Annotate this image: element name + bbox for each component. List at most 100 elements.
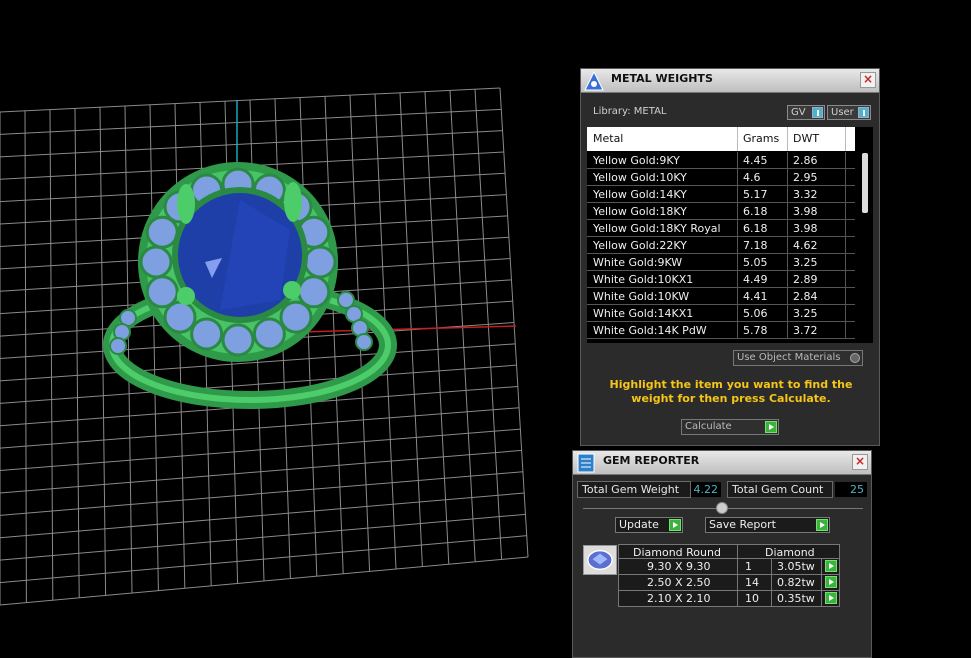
gem-rows: 9.30 X 9.30 1 3.05tw 2.50 X 2.50 14 0.82tw 2.1… xyxy=(618,559,840,607)
gem-reporter-panel: GEM REPORTER × Total Gem Weight 4.22 Tot… xyxy=(572,450,872,658)
calculate-button[interactable]: Calculate xyxy=(681,419,779,435)
gem-size: 9.30 X 9.30 xyxy=(647,560,711,573)
dwt-value: 2.89 xyxy=(793,273,818,286)
metal-name: Yellow Gold:10KY xyxy=(593,171,687,184)
play-arrow-icon[interactable] xyxy=(825,592,837,604)
shoulder-gem xyxy=(355,333,373,351)
dwt-value: 3.25 xyxy=(793,307,818,320)
prong-1 xyxy=(177,184,195,224)
update-label: Update xyxy=(619,518,659,531)
use-object-materials-dropdown[interactable]: Use Object Materials xyxy=(733,350,863,366)
grams-value: 5.06 xyxy=(743,307,768,320)
table-header: Metal Grams DWT xyxy=(587,127,855,151)
toggle-icon xyxy=(858,107,869,118)
metal-weights-panel: METAL WEIGHTS × Library: METAL GV User M… xyxy=(580,68,880,446)
user-toggle[interactable]: User xyxy=(827,105,871,120)
halo-gem xyxy=(190,317,224,351)
gem-weight: 3.05tw xyxy=(777,560,815,573)
dwt-value: 3.98 xyxy=(793,205,818,218)
table-row[interactable]: Yellow Gold:22KY 7.18 4.62 xyxy=(587,237,855,254)
gem-count: 1 xyxy=(745,560,752,573)
grams-value: 5.78 xyxy=(743,324,768,337)
update-button[interactable]: Update xyxy=(615,517,683,533)
grams-value: 4.45 xyxy=(743,154,768,167)
metal-name: White Gold:14K PdW xyxy=(593,324,707,337)
gem-size: 2.10 X 2.10 xyxy=(647,592,711,605)
metal-name: White Gold:9KW xyxy=(593,256,683,269)
save-report-button[interactable]: Save Report xyxy=(705,517,830,533)
gem-report-table[interactable]: Diamond Round Diamond 9.30 X 9.30 1 3.05tw… xyxy=(618,544,840,607)
grams-value: 5.17 xyxy=(743,188,768,201)
table-row[interactable]: Yellow Gold:14KY 5.17 3.32 xyxy=(587,186,855,203)
total-gem-count-value: 25 xyxy=(835,482,867,497)
table-scrollbar[interactable] xyxy=(855,127,873,343)
grams-value: 4.49 xyxy=(743,273,768,286)
halo-gem xyxy=(139,245,173,279)
metal-name: Yellow Gold:9KY xyxy=(593,154,680,167)
table-row[interactable]: White Gold:10KX1 4.49 2.89 xyxy=(587,271,855,288)
table-row[interactable]: White Gold:9KW 5.05 3.25 xyxy=(587,254,855,271)
play-arrow-icon xyxy=(765,421,777,433)
prong-3 xyxy=(177,287,195,305)
metal-name: White Gold:10KW xyxy=(593,290,690,303)
dwt-value: 2.95 xyxy=(793,171,818,184)
table-row[interactable]: Yellow Gold:18KY 6.18 3.98 xyxy=(587,203,855,220)
dwt-value: 2.86 xyxy=(793,154,818,167)
metal-rows: Yellow Gold:9KY 4.45 2.86 Yellow Gold:10KY 4… xyxy=(587,152,855,339)
halo-gem xyxy=(252,317,286,351)
table-row[interactable]: 9.30 X 9.30 1 3.05tw xyxy=(618,559,840,575)
col-header-dwt: DWT xyxy=(793,132,820,145)
gem-count: 14 xyxy=(745,576,759,589)
gv-toggle[interactable]: GV xyxy=(787,105,825,120)
col-header-metal: Metal xyxy=(593,132,624,145)
gem-reporter-title: GEM REPORTER xyxy=(603,454,700,467)
halo-gem xyxy=(303,245,337,279)
gem-count: 10 xyxy=(745,592,759,605)
dwt-value: 2.84 xyxy=(793,290,818,303)
table-row[interactable]: 2.10 X 2.10 10 0.35tw xyxy=(618,591,840,607)
grams-value: 6.18 xyxy=(743,222,768,235)
close-icon[interactable]: × xyxy=(860,72,876,88)
table-row[interactable]: White Gold:10KW 4.41 2.84 xyxy=(587,288,855,305)
dwt-value: 3.25 xyxy=(793,256,818,269)
play-arrow-icon xyxy=(669,519,681,531)
gem-report-icon xyxy=(577,453,595,473)
table-row[interactable]: Yellow Gold:10KY 4.6 2.95 xyxy=(587,169,855,186)
metal-name: Yellow Gold:18KY xyxy=(593,205,687,218)
gem-table-header: Diamond Round Diamond xyxy=(618,544,840,559)
dwt-value: 3.72 xyxy=(793,324,818,337)
metal-weights-title: METAL WEIGHTS xyxy=(611,72,713,85)
weights-app-icon xyxy=(584,70,604,91)
metal-weights-table[interactable]: Metal Grams DWT Yellow Gold:9KY 4.45 2.86 Y… xyxy=(587,127,873,343)
scrollbar-thumb[interactable] xyxy=(862,153,868,213)
slider-knob[interactable] xyxy=(716,502,728,514)
table-row[interactable]: White Gold:14KX1 5.06 3.25 xyxy=(587,305,855,322)
gem-size: 2.50 X 2.50 xyxy=(647,576,711,589)
play-arrow-icon[interactable] xyxy=(825,576,837,588)
grams-value: 4.41 xyxy=(743,290,768,303)
metal-name: Yellow Gold:18KY Royal xyxy=(593,222,721,235)
table-row[interactable]: Yellow Gold:9KY 4.45 2.86 xyxy=(587,152,855,169)
table-row[interactable]: Yellow Gold:18KY Royal 6.18 3.98 xyxy=(587,220,855,237)
halo-gem xyxy=(279,300,313,334)
dropdown-circle-icon xyxy=(850,353,860,363)
gem-reporter-titlebar[interactable]: GEM REPORTER × xyxy=(573,451,871,475)
total-gem-weight-label: Total Gem Weight xyxy=(577,481,691,498)
table-row[interactable]: 2.50 X 2.50 14 0.82tw xyxy=(618,575,840,591)
instruction-text: Highlight the item you want to find the … xyxy=(609,378,853,405)
metal-name: Yellow Gold:22KY xyxy=(593,239,687,252)
metal-name: White Gold:10KX1 xyxy=(593,273,694,286)
play-arrow-icon xyxy=(816,519,828,531)
shape-header: Diamond Round xyxy=(633,546,721,559)
metal-weights-titlebar[interactable]: METAL WEIGHTS × xyxy=(581,69,879,93)
col-header-grams: Grams xyxy=(743,132,780,145)
material-header: Diamond xyxy=(765,546,815,559)
gv-label: GV xyxy=(791,107,806,118)
close-icon[interactable]: × xyxy=(852,454,868,470)
dwt-value: 3.32 xyxy=(793,188,818,201)
calculate-label: Calculate xyxy=(685,421,732,432)
play-arrow-icon[interactable] xyxy=(825,560,837,572)
gem-weight: 0.82tw xyxy=(777,576,815,589)
table-row[interactable]: White Gold:14K PdW 5.78 3.72 xyxy=(587,322,855,339)
user-label: User xyxy=(831,107,854,118)
